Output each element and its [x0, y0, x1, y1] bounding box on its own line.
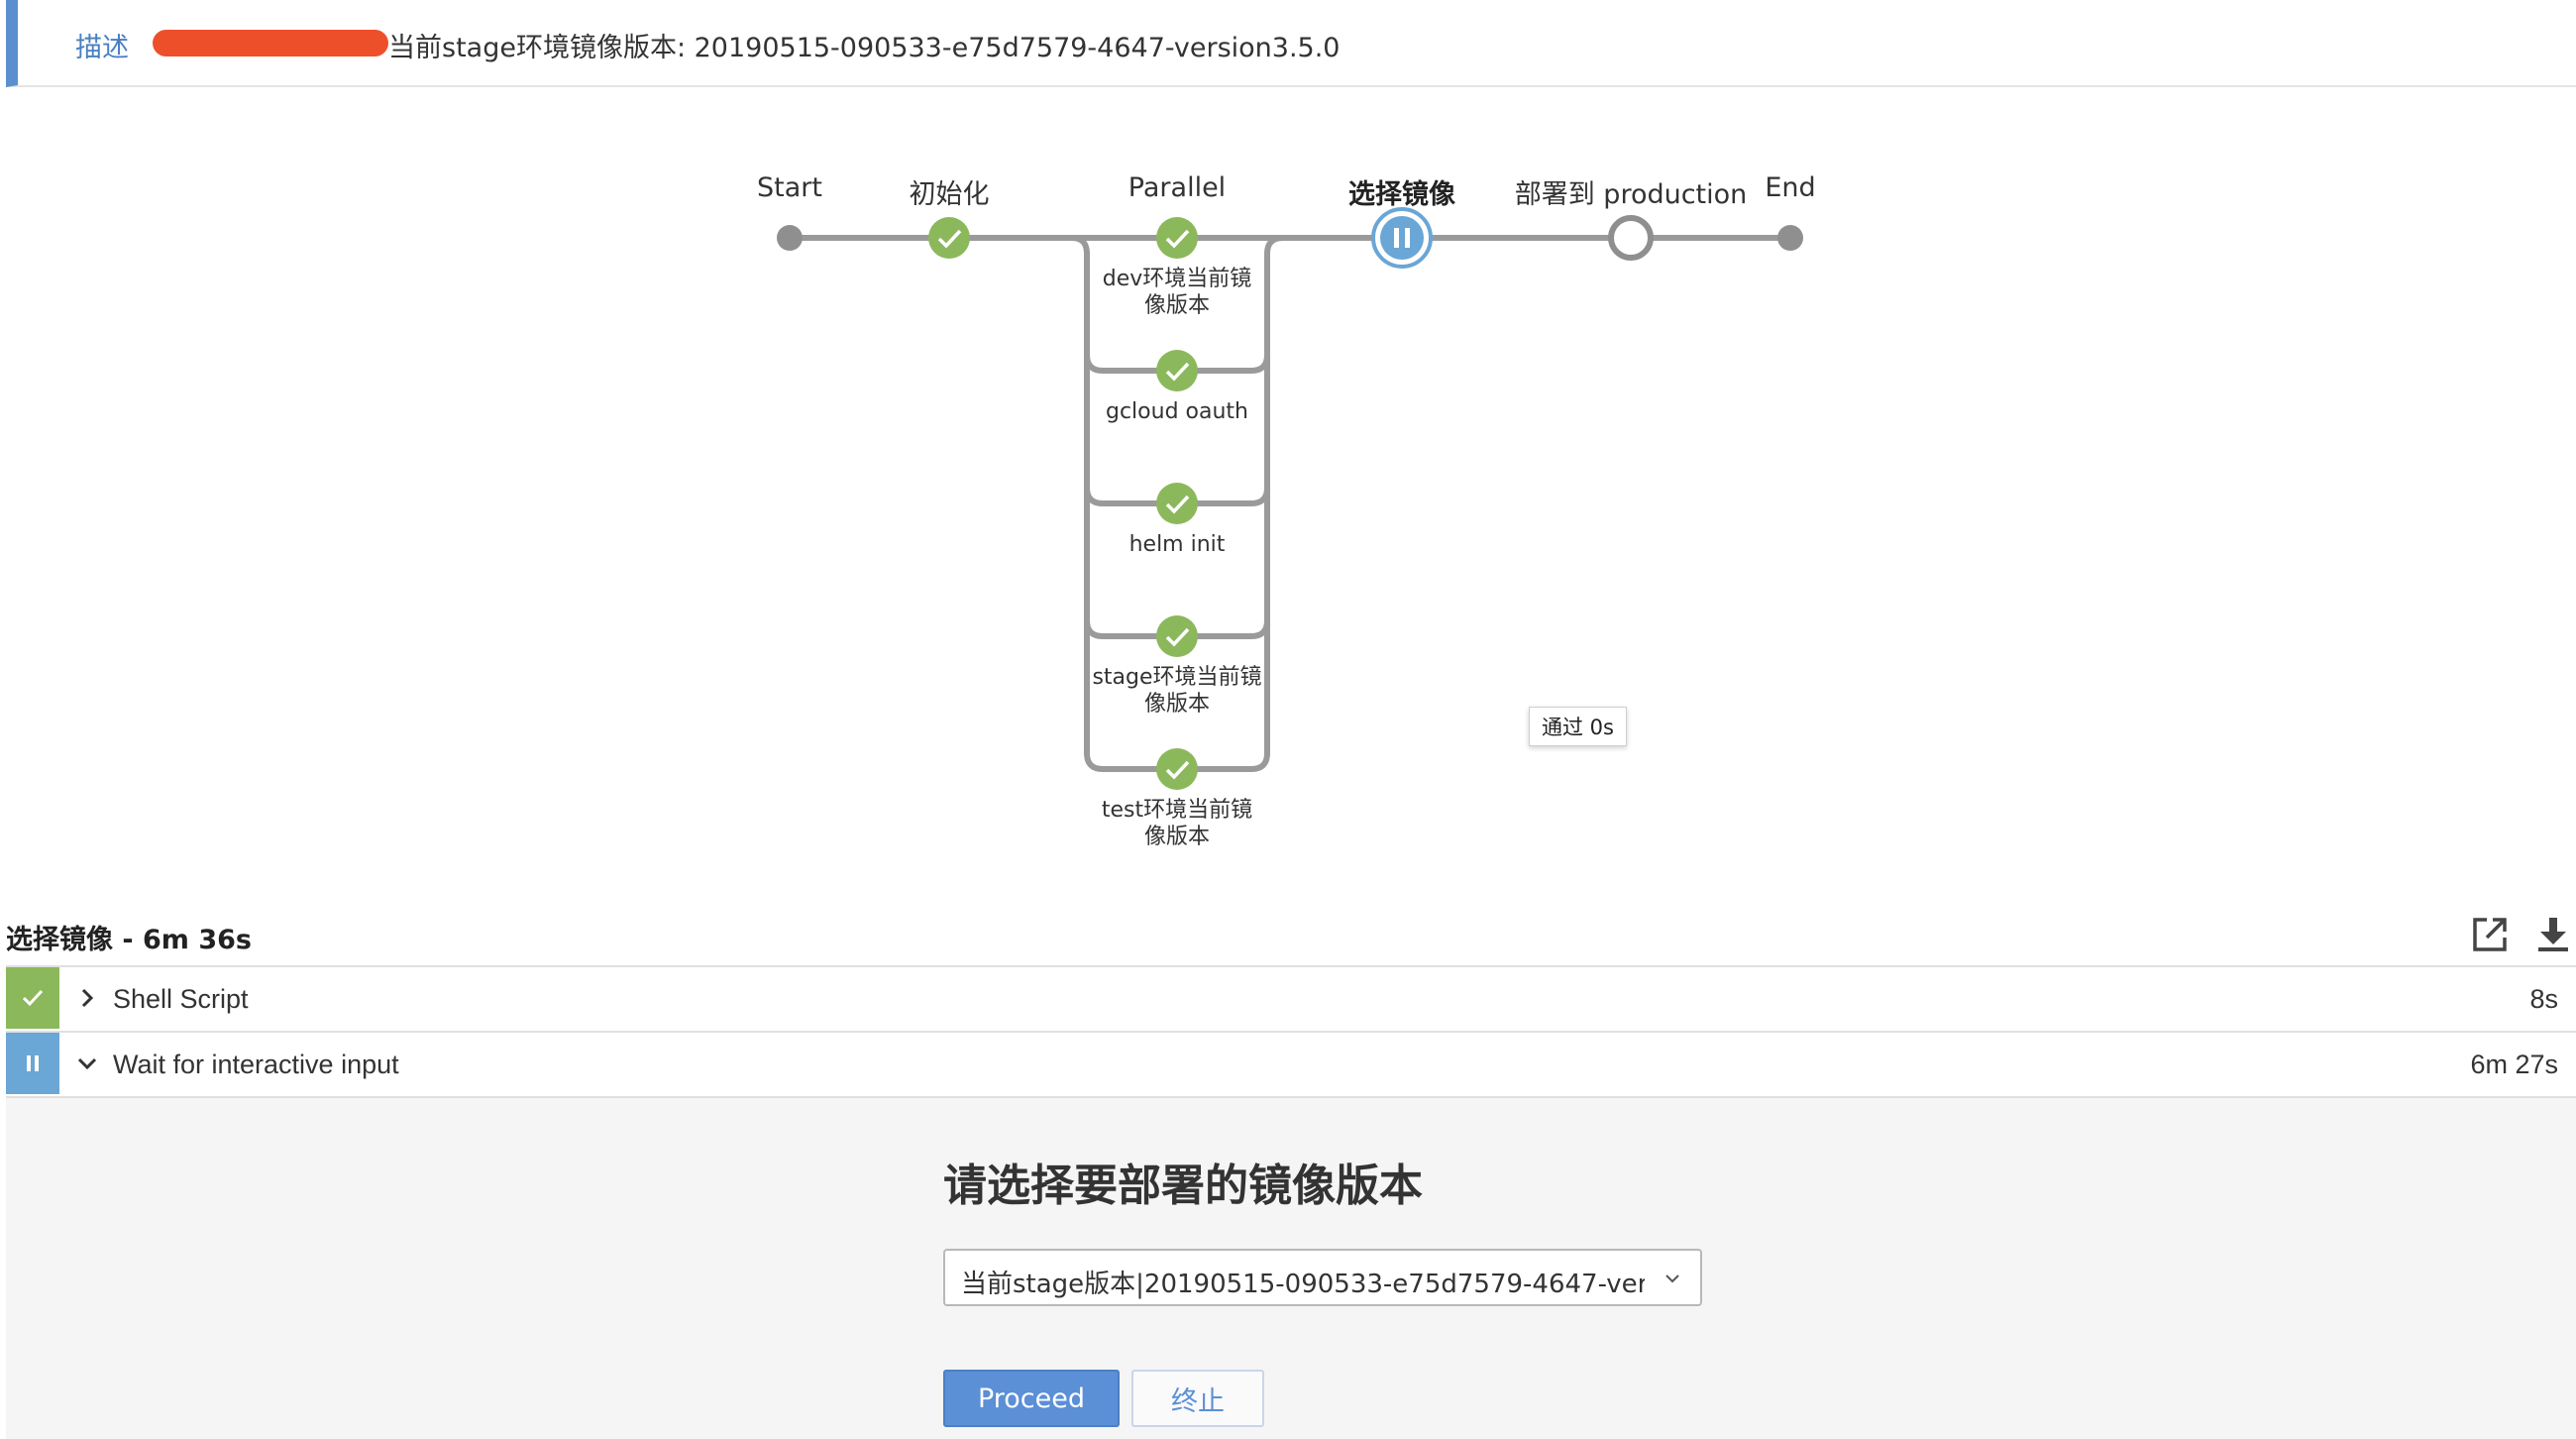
step-status-success: [6, 967, 59, 1029]
branch-label-gcloud: gcloud oauth: [1106, 399, 1248, 424]
stage-node-parallel[interactable]: [1156, 217, 1198, 259]
step-name: Shell Script: [113, 984, 249, 1014]
stage-label-select-image: 选择镜像: [1348, 179, 1455, 210]
branch-node-test[interactable]: [1156, 748, 1198, 790]
chevron-right-icon[interactable]: [75, 986, 99, 1010]
stage-node-init[interactable]: [928, 217, 970, 259]
stage-label-end: End: [1765, 172, 1816, 203]
branch-label-stage: stage环境当前镜像版本: [1092, 665, 1262, 717]
input-title: 请选择要部署的镜像版本: [943, 1161, 1423, 1211]
step-row-shell-script[interactable]: Shell Script 8s: [6, 965, 2576, 1029]
stage-tooltip: 通过 0s: [1529, 707, 1627, 746]
chevron-down-icon[interactable]: [75, 1052, 99, 1075]
download-icon[interactable]: [2532, 914, 2574, 955]
abort-button[interactable]: 终止: [1131, 1370, 1264, 1427]
stage-detail-title: 选择镜像 - 6m 36s: [6, 925, 252, 955]
end-node: [1777, 225, 1803, 251]
step-duration: 6m 27s: [2470, 1050, 2558, 1079]
step-row-wait-input[interactable]: Wait for interactive input 6m 27s: [6, 1031, 2576, 1094]
branch-label-test: test环境当前镜像版本: [1101, 798, 1253, 849]
open-external-icon[interactable]: [2469, 914, 2511, 955]
stage-detail-header: 选择镜像 - 6m 36s: [6, 904, 2576, 965]
branch-label-helm: helm init: [1128, 532, 1226, 557]
input-panel: 请选择要部署的镜像版本 当前stage版本|20190515-090533-e7…: [6, 1096, 2576, 1439]
branch-node-gcloud[interactable]: [1156, 350, 1198, 391]
branch-node-helm[interactable]: [1156, 483, 1198, 524]
pipeline-connectors: [777, 207, 1803, 790]
image-version-select[interactable]: 当前stage版本|20190515-090533-e75d7579-4647-…: [943, 1249, 1702, 1306]
proceed-button[interactable]: Proceed: [943, 1370, 1120, 1427]
start-node: [777, 225, 803, 251]
stage-label-deploy-production: 部署到 production: [1514, 179, 1748, 210]
branch-label-dev: dev环境当前镜像版本: [1102, 267, 1252, 318]
stage-label-init: 初始化: [909, 179, 990, 210]
chevron-down-icon: [1665, 1274, 1679, 1283]
branch-node-stage[interactable]: [1156, 615, 1198, 657]
stage-label-parallel: Parallel: [1127, 172, 1227, 203]
select-value: 当前stage版本|20190515-090533-e75d7579-4647-…: [961, 1270, 1645, 1299]
step-name: Wait for interactive input: [113, 1050, 399, 1079]
stage-node-select-image[interactable]: [1371, 207, 1433, 269]
check-icon: [22, 989, 44, 1007]
pause-icon: [27, 1055, 39, 1071]
stage-node-deploy-production[interactable]: [1608, 215, 1654, 261]
stage-label-start: Start: [757, 172, 822, 203]
step-status-paused: [6, 1033, 59, 1094]
step-duration: 8s: [2529, 984, 2558, 1014]
pipeline-graph: Start 初始化 Parallel 选择镜像 部署到 production E…: [0, 0, 2576, 872]
